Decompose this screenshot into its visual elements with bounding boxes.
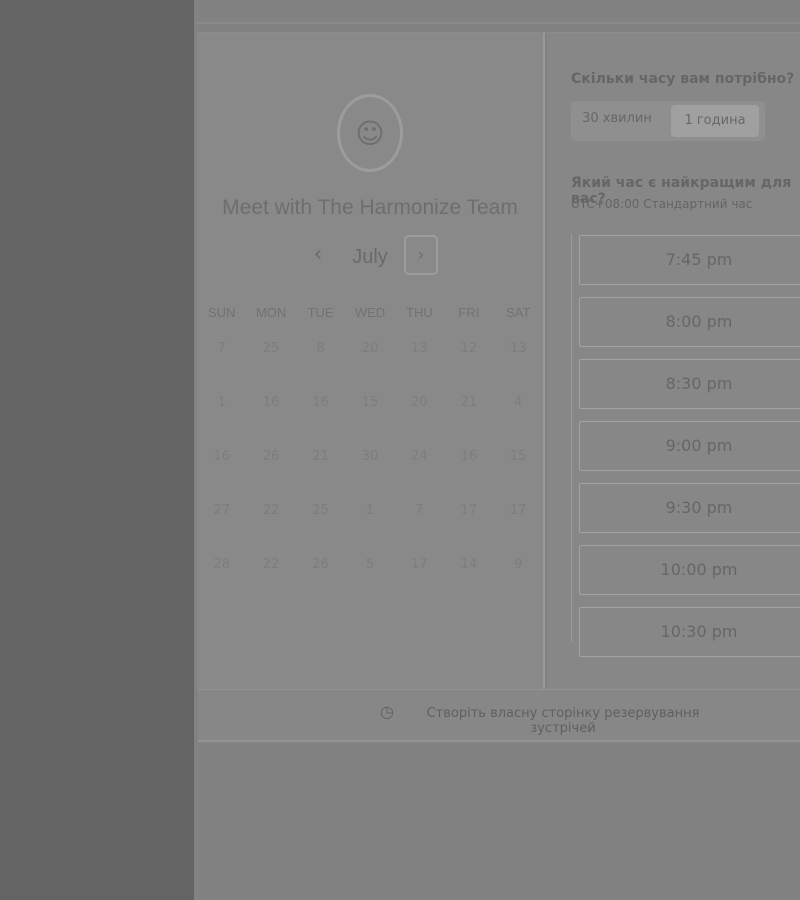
avatar: ☺ (337, 94, 403, 172)
day-cell[interactable]: 24 (395, 449, 444, 464)
day-cell[interactable]: 4 (494, 395, 543, 410)
day-cell[interactable]: 15 (494, 449, 543, 464)
previous-month-button[interactable]: ‹ (309, 243, 327, 267)
day-cell[interactable]: 28 (197, 557, 246, 572)
month-navigation: ‹ July › (297, 235, 447, 279)
day-cell[interactable]: 21 (296, 449, 345, 464)
weekday-tue: TUE (307, 305, 334, 320)
time-slot[interactable]: 7:45 pm (579, 235, 800, 285)
top-divider (196, 22, 800, 33)
day-cell[interactable]: 27 (197, 503, 246, 518)
day-cell[interactable]: 9 (494, 557, 543, 572)
day-cell[interactable]: 7 (395, 503, 444, 518)
day-cell[interactable]: 17 (444, 503, 493, 518)
footer-bar: ◷ Створіть власну сторінку резервування … (198, 689, 800, 742)
slot-sideline (571, 234, 576, 642)
calendar-panel: ☺ Meet with The Harmonize Team ‹ July › … (197, 33, 545, 689)
day-cell[interactable]: 21 (444, 395, 493, 410)
day-cell[interactable]: 20 (395, 395, 444, 410)
weekday-thu: THU (406, 305, 433, 320)
day-cell[interactable]: 15 (345, 395, 394, 410)
day-cell[interactable]: 26 (246, 449, 295, 464)
duration-option-60[interactable]: 1 година (671, 105, 759, 137)
timezone-label: UTC+08:00 Стандартний час (571, 197, 753, 211)
day-cell[interactable]: 22 (246, 503, 295, 518)
day-cell[interactable]: 1 (345, 503, 394, 518)
day-cell[interactable]: 16 (296, 395, 345, 410)
duration-selector: 30 хвилин 1 година (571, 101, 765, 141)
day-cell[interactable]: 16 (444, 449, 493, 464)
duration-option-30[interactable]: 30 хвилин (571, 111, 663, 126)
footer-link[interactable]: Створіть власну сторінку резервування зу… (398, 706, 728, 736)
day-cell[interactable]: 17 (395, 557, 444, 572)
booking-panel: Скільки часу вам потрібно? 30 хвилин 1 г… (547, 33, 800, 689)
time-slot[interactable]: 8:30 pm (579, 359, 800, 409)
day-cell[interactable]: 13 (395, 341, 444, 356)
next-month-button[interactable]: › (404, 235, 438, 275)
day-cell[interactable]: 12 (444, 341, 493, 356)
day-cell[interactable]: 16 (246, 395, 295, 410)
time-slot[interactable]: 10:00 pm (579, 545, 800, 595)
weekday-fri: FRI (458, 305, 480, 320)
left-strip (0, 0, 194, 900)
weekday-mon: MON (255, 305, 287, 320)
day-cell[interactable]: 26 (296, 557, 345, 572)
time-slot[interactable]: 10:30 pm (579, 607, 800, 657)
day-cell[interactable]: 7 (197, 341, 246, 356)
time-slot[interactable]: 9:30 pm (579, 483, 800, 533)
duration-heading: Скільки часу вам потрібно? (571, 71, 795, 87)
weekday-sun: SUN (207, 305, 236, 320)
day-cell[interactable]: 20 (345, 341, 394, 356)
month-label: July (352, 246, 388, 268)
day-cell[interactable]: 8 (296, 341, 345, 356)
calendar-grid: 7 25 8 20 13 12 13 1 16 16 15 20 21 4 16… (197, 341, 543, 572)
day-cell[interactable]: 13 (494, 341, 543, 356)
day-cell[interactable]: 14 (444, 557, 493, 572)
time-slot[interactable]: 9:00 pm (579, 421, 800, 471)
day-cell[interactable]: 22 (246, 557, 295, 572)
weekday-wed: WED (354, 305, 386, 320)
page-title: Meet with The Harmonize Team (222, 196, 518, 219)
day-cell[interactable]: 25 (296, 503, 345, 518)
day-cell[interactable]: 1 (197, 395, 246, 410)
weekday-sat: SAT (506, 305, 531, 320)
day-cell[interactable]: 16 (197, 449, 246, 464)
day-cell[interactable]: 17 (494, 503, 543, 518)
day-cell[interactable]: 5 (345, 557, 394, 572)
day-cell[interactable]: 25 (246, 341, 295, 356)
weekday-header: SUN MON TUE WED THU FRI SAT (197, 305, 543, 320)
time-slot[interactable]: 8:00 pm (579, 297, 800, 347)
day-cell[interactable]: 30 (345, 449, 394, 464)
calendar-icon: ◷ (380, 702, 394, 721)
